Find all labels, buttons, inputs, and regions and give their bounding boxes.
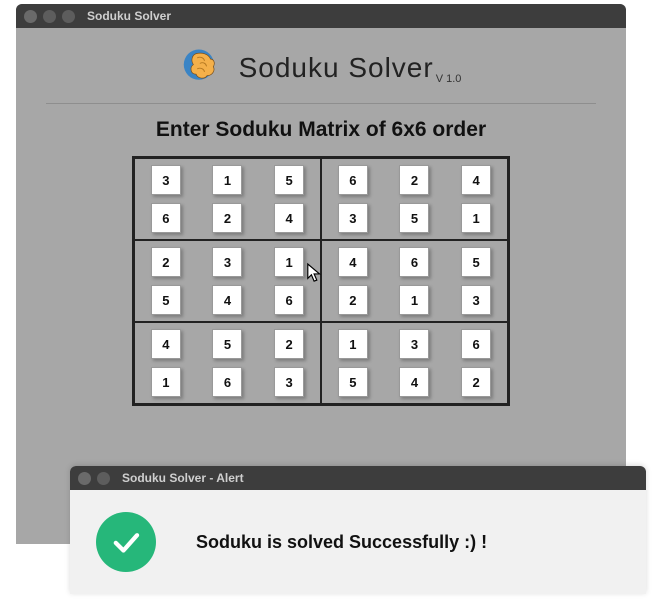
main-window: Soduku Solver Soduku SolverV 1.0 Enter S… (16, 4, 626, 544)
success-check-icon (96, 512, 156, 572)
grid-box-2: 2 3 1 5 4 6 (134, 240, 321, 322)
cell[interactable]: 2 (461, 367, 491, 397)
alert-window-title: Soduku Solver - Alert (122, 471, 244, 485)
cell[interactable]: 2 (212, 203, 242, 233)
cell[interactable]: 4 (212, 285, 242, 315)
app-version: V 1.0 (436, 73, 462, 85)
cell[interactable]: 5 (399, 203, 429, 233)
cell[interactable]: 6 (212, 367, 242, 397)
grid-box-0: 3 1 5 6 2 4 (134, 158, 321, 240)
cell[interactable]: 3 (338, 203, 368, 233)
cell[interactable]: 5 (151, 285, 181, 315)
cell[interactable]: 3 (151, 165, 181, 195)
cell[interactable]: 3 (399, 329, 429, 359)
cell[interactable]: 1 (151, 367, 181, 397)
cell[interactable]: 2 (338, 285, 368, 315)
brain-icon (181, 44, 225, 93)
cell[interactable]: 6 (274, 285, 304, 315)
cell[interactable]: 5 (461, 247, 491, 277)
minimize-icon[interactable] (43, 10, 56, 23)
cell[interactable]: 4 (461, 165, 491, 195)
minimize-icon[interactable] (97, 472, 110, 485)
cell[interactable]: 1 (274, 247, 304, 277)
app-title-wrap: Soduku SolverV 1.0 (239, 52, 462, 84)
grid-box-3: 4 6 5 2 1 3 (321, 240, 508, 322)
alert-window: Soduku Solver - Alert Soduku is solved S… (70, 466, 646, 594)
close-icon[interactable] (78, 472, 91, 485)
cell[interactable]: 1 (212, 165, 242, 195)
main-window-title: Soduku Solver (87, 9, 171, 23)
grid-box-4: 4 5 2 1 6 3 (134, 322, 321, 404)
grid-box-5: 1 3 6 5 4 2 (321, 322, 508, 404)
cell[interactable]: 1 (399, 285, 429, 315)
cell[interactable]: 3 (461, 285, 491, 315)
cell[interactable]: 6 (461, 329, 491, 359)
cell[interactable]: 2 (399, 165, 429, 195)
cell[interactable]: 4 (274, 203, 304, 233)
maximize-icon[interactable] (62, 10, 75, 23)
close-icon[interactable] (24, 10, 37, 23)
sudoku-grid: 3 1 5 6 2 4 6 2 4 3 5 1 2 3 1 5 4 6 (132, 156, 510, 406)
cell[interactable]: 6 (399, 247, 429, 277)
main-titlebar[interactable]: Soduku Solver (16, 4, 626, 28)
cell[interactable]: 4 (399, 367, 429, 397)
cell[interactable]: 5 (274, 165, 304, 195)
app-name: Soduku Solver (239, 52, 434, 83)
cell[interactable]: 5 (212, 329, 242, 359)
cell[interactable]: 2 (151, 247, 181, 277)
divider (46, 103, 596, 104)
cell[interactable]: 2 (274, 329, 304, 359)
cell[interactable]: 6 (338, 165, 368, 195)
grid-box-1: 6 2 4 3 5 1 (321, 158, 508, 240)
alert-message: Soduku is solved Successfully :) ! (196, 532, 487, 553)
cell[interactable]: 1 (338, 329, 368, 359)
cell[interactable]: 3 (274, 367, 304, 397)
cell[interactable]: 3 (212, 247, 242, 277)
alert-body: Soduku is solved Successfully :) ! (70, 490, 646, 594)
alert-titlebar[interactable]: Soduku Solver - Alert (70, 466, 646, 490)
main-window-body: Soduku SolverV 1.0 Enter Soduku Matrix o… (16, 28, 626, 426)
cell[interactable]: 5 (338, 367, 368, 397)
app-header: Soduku SolverV 1.0 (46, 38, 596, 103)
cell[interactable]: 1 (461, 203, 491, 233)
instruction-text: Enter Soduku Matrix of 6x6 order (46, 118, 596, 142)
cell[interactable]: 4 (151, 329, 181, 359)
cell[interactable]: 6 (151, 203, 181, 233)
cell[interactable]: 4 (338, 247, 368, 277)
